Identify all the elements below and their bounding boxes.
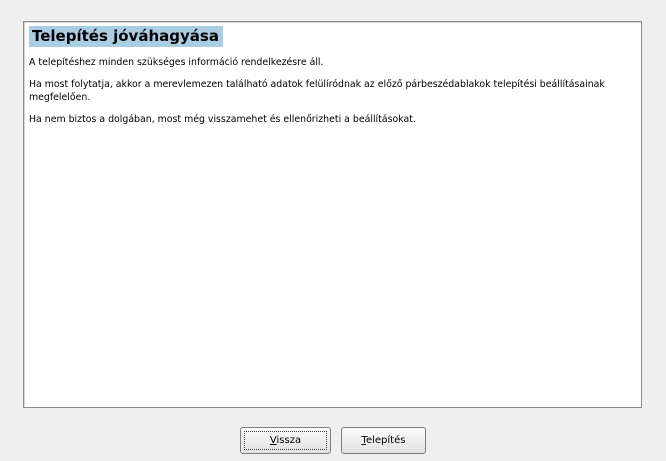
info-text-ready: A telepítéshez minden szükséges informác… (29, 57, 324, 68)
button-row: Vissza Telepítés (0, 427, 666, 455)
page-title: Telepítés jóváhagyása (29, 26, 223, 47)
back-button[interactable]: Vissza (240, 427, 331, 454)
info-text-overwrite-warning: Ha most folytatja, akkor a merevlemezen … (29, 79, 605, 103)
confirmation-panel: Telepítés jóváhagyása A telepítéshez min… (23, 21, 642, 408)
info-text-go-back-hint: Ha nem biztos a dolgában, most még vissz… (29, 114, 416, 125)
install-button[interactable]: Telepítés (341, 427, 426, 454)
install-button-label: Telepítés (361, 435, 406, 446)
back-button-label: Vissza (269, 435, 302, 446)
